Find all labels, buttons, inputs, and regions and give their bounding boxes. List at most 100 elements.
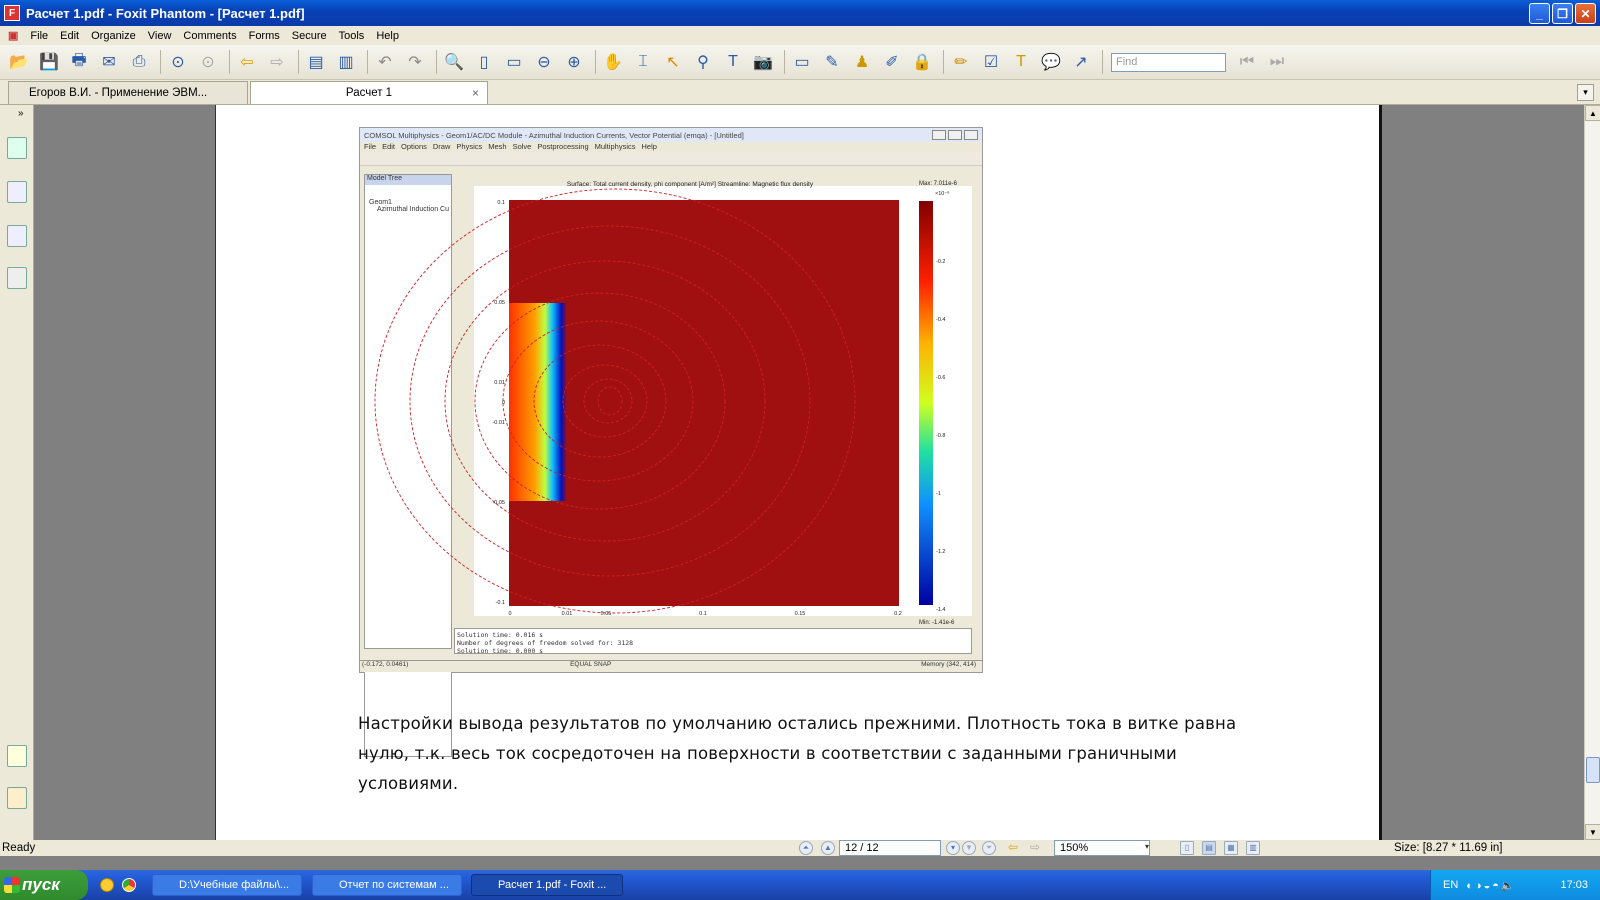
menu-secure[interactable]: Secure — [286, 30, 333, 42]
main-toolbar: 📂 💾 🖶 ✉ ⎙ ⊙ ⊙ ⇦ ⇨ ▤ ▥ ↶ ↷ 🔍 ▯ ▭ ⊖ ⊕ ✋ ⌶ … — [0, 45, 1600, 80]
undo-icon[interactable]: ↶ — [372, 49, 398, 75]
scroll-up-icon[interactable]: ▲ — [1585, 105, 1600, 121]
lock-icon[interactable]: 🔒 — [909, 49, 935, 75]
tab-raschet[interactable]: Расчет 1 × — [250, 81, 488, 104]
menu-file[interactable]: File — [24, 30, 54, 42]
next-page-icon[interactable]: ⊙ — [195, 49, 221, 75]
minimize-button[interactable]: _ — [1529, 3, 1550, 24]
menu-organize[interactable]: Organize — [85, 30, 142, 42]
back-view-icon[interactable]: ⇦ — [1006, 841, 1020, 855]
facing-icon[interactable]: ▦ — [1224, 841, 1238, 855]
taskbar-task-active[interactable]: Расчет 1.pdf - Foxit ... — [471, 874, 623, 896]
menu-app-icon[interactable]: ▣ — [2, 29, 24, 42]
insert-page-icon[interactable]: ▥ — [333, 49, 359, 75]
comsol-status-log: Solution time: 0.016 s Number of degrees… — [454, 628, 972, 655]
toolbar-separator — [367, 50, 368, 74]
quicklaunch-icon[interactable] — [100, 878, 114, 892]
menu-view[interactable]: View — [142, 30, 178, 42]
fit-width-icon[interactable]: ▭ — [501, 49, 527, 75]
language-indicator[interactable]: EN — [1443, 879, 1458, 891]
vertical-scrollbar[interactable]: ▲ ▼ — [1584, 105, 1600, 840]
select-arrow-icon[interactable]: ↖ — [660, 49, 686, 75]
tab-close-icon[interactable]: × — [472, 86, 479, 100]
find-next-icon[interactable]: ⏭ — [1264, 49, 1290, 75]
menu-comments[interactable]: Comments — [177, 30, 242, 42]
page-number-input[interactable]: 12 / 12 — [839, 840, 941, 856]
x-tick-label: 0.2 — [894, 611, 902, 617]
start-button[interactable]: пуск — [0, 870, 88, 900]
save-icon[interactable]: 💾 — [36, 49, 62, 75]
taskbar-task[interactable]: Отчет по системам ... — [312, 874, 462, 896]
typewriter-icon[interactable]: T — [720, 49, 746, 75]
extract-page-icon[interactable]: ▤ — [303, 49, 329, 75]
single-page-icon[interactable]: ▯ — [1180, 841, 1194, 855]
rectangle-icon[interactable]: ▭ — [789, 49, 815, 75]
close-button[interactable]: ✕ — [1575, 3, 1596, 24]
edit-icon[interactable]: ✎ — [819, 49, 845, 75]
expand-panel-icon[interactable]: » — [18, 108, 24, 119]
scroll-down-icon[interactable]: ▼ — [1585, 824, 1600, 840]
menu-edit[interactable]: Edit — [54, 30, 85, 42]
open-icon[interactable]: 📂 — [6, 49, 32, 75]
y-tick-label: 0.05 — [494, 300, 505, 306]
comment-icon[interactable]: 💬 — [1038, 49, 1064, 75]
find-prev-icon[interactable]: ⏮ — [1234, 49, 1260, 75]
attachments-icon[interactable] — [7, 787, 27, 809]
continuous-icon[interactable]: ▤ — [1202, 841, 1216, 855]
forward-arrow-icon[interactable]: ⇨ — [264, 49, 290, 75]
pencil-icon[interactable]: ✏ — [948, 49, 974, 75]
signatures-icon[interactable] — [7, 267, 27, 289]
comments-panel-icon[interactable] — [7, 745, 27, 767]
prev-page-status-icon[interactable]: ▲ — [821, 841, 835, 855]
arrow-annotation-icon[interactable]: ↗ — [1068, 49, 1094, 75]
clock[interactable]: 17:03 — [1560, 879, 1588, 891]
y-tick-label: -0.05 — [492, 500, 505, 506]
redo-icon[interactable]: ↷ — [402, 49, 428, 75]
menu-bar: ▣ File Edit Organize View Comments Forms… — [0, 26, 1600, 45]
tray-icons[interactable]: ◐◑◒◓🔈 — [1466, 879, 1516, 892]
menu-help[interactable]: Help — [370, 30, 405, 42]
sign-icon[interactable]: ♟ — [849, 49, 875, 75]
zoom-level-input[interactable]: 150% — [1054, 840, 1150, 856]
zoom-dropdown-icon[interactable]: ▾ — [1140, 841, 1154, 855]
text-select-icon[interactable]: ⌶ — [630, 49, 656, 75]
binoculars-icon[interactable]: ⚲ — [690, 49, 716, 75]
fit-page-icon[interactable]: ▯ — [471, 49, 497, 75]
zoom-out-icon[interactable]: ⊖ — [531, 49, 557, 75]
page-dropdown-icon[interactable]: ▾ — [946, 841, 960, 855]
first-page-icon[interactable]: ⏶ — [799, 841, 813, 855]
restore-button[interactable]: ❐ — [1552, 3, 1573, 24]
layers-icon[interactable] — [7, 225, 27, 247]
print-icon[interactable]: 🖶 — [66, 49, 92, 75]
forward-view-icon[interactable]: ⇨ — [1028, 841, 1042, 855]
taskbar-task-label: D:\Учебные файлы\... — [179, 879, 290, 891]
colorbar-max-label: Max: 7.011e-6 — [919, 181, 958, 187]
document-tab-bar: Егоров В.И. - Применение ЭВМ... Расчет 1… — [0, 80, 1600, 105]
chrome-icon[interactable] — [122, 878, 136, 892]
prev-page-icon[interactable]: ⊙ — [165, 49, 191, 75]
toolbar-separator — [229, 50, 230, 74]
taskbar-task[interactable]: D:\Учебные файлы\... — [152, 874, 302, 896]
zoom-in-icon[interactable]: ⊕ — [561, 49, 587, 75]
snapshot-icon[interactable]: 📷 — [750, 49, 776, 75]
continuous-facing-icon[interactable]: ▥ — [1246, 841, 1260, 855]
scroll-thumb[interactable] — [1586, 757, 1600, 783]
email-icon[interactable]: ✉ — [96, 49, 122, 75]
pages-icon[interactable] — [7, 181, 27, 203]
menu-forms[interactable]: Forms — [243, 30, 286, 42]
find-input[interactable]: Find — [1111, 52, 1226, 72]
tab-egorov[interactable]: Егоров В.И. - Применение ЭВМ... — [8, 81, 248, 104]
last-page-icon[interactable]: ⏷ — [982, 841, 996, 855]
zoom-icon[interactable]: 🔍 — [441, 49, 467, 75]
comsol-coords: (-0.172, 0.0461) — [362, 661, 409, 668]
form-icon[interactable]: ☑ — [978, 49, 1004, 75]
next-page-status-icon[interactable]: ▼ — [962, 841, 976, 855]
attach-icon[interactable]: ✐ — [879, 49, 905, 75]
bookmarks-icon[interactable] — [7, 137, 27, 159]
hand-tool-icon[interactable]: ✋ — [600, 49, 626, 75]
scan-icon[interactable]: ⎙ — [126, 49, 152, 75]
menu-tools[interactable]: Tools — [333, 30, 371, 42]
tab-dropdown-icon[interactable]: ▾ — [1577, 84, 1594, 101]
text-box-icon[interactable]: T — [1008, 49, 1034, 75]
back-arrow-icon[interactable]: ⇦ — [234, 49, 260, 75]
